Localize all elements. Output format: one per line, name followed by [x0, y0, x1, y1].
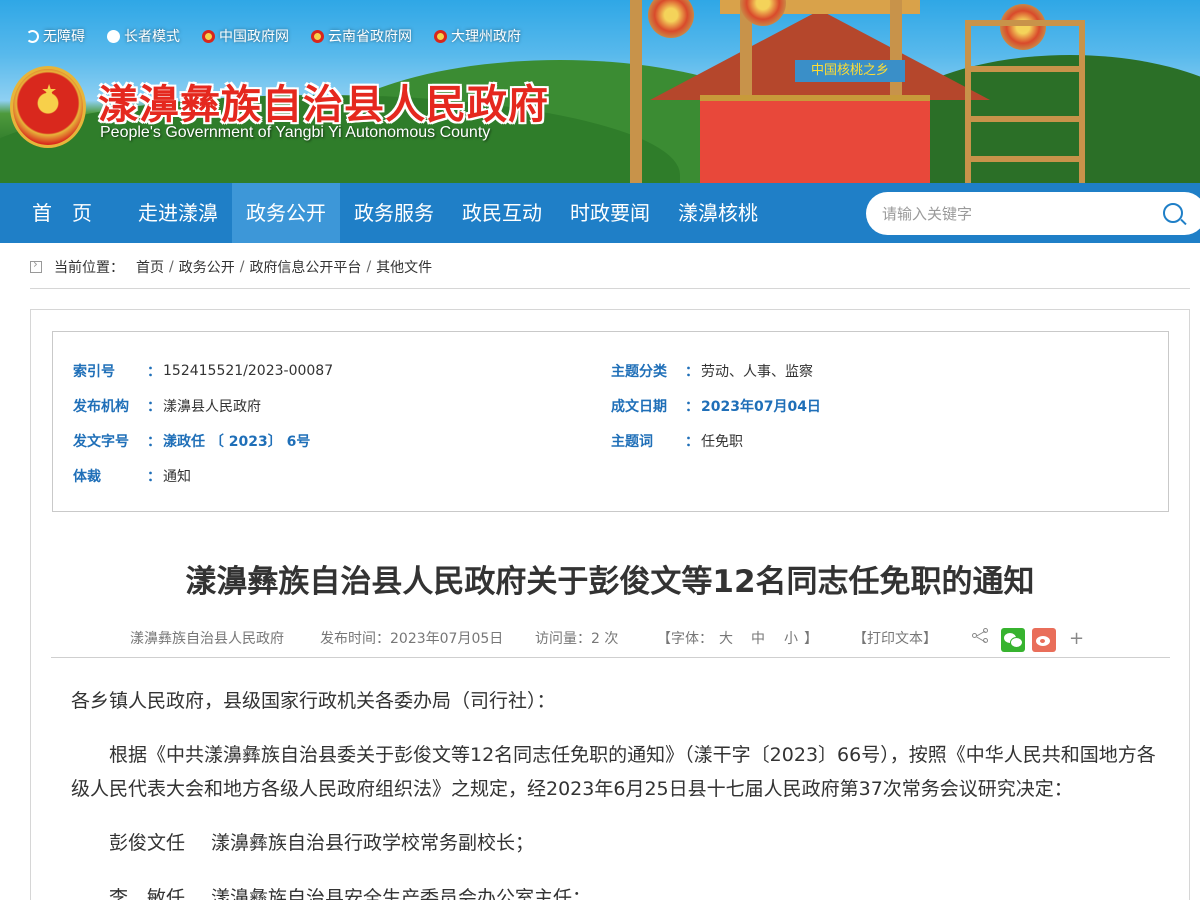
- divider: [30, 288, 1190, 289]
- nav-item-interaction[interactable]: 政民互动: [448, 183, 556, 243]
- nav-item-home[interactable]: 首页: [14, 183, 130, 243]
- document-meta-table: 索引号 ： 152415521/2023-00087 发布机构 ： 漾濞县人民政…: [52, 331, 1169, 512]
- font-large-button[interactable]: 大: [719, 628, 733, 648]
- meta-value: 任免职: [701, 434, 743, 450]
- china-gov-link[interactable]: 中国政府网: [202, 26, 289, 46]
- location-icon: [30, 257, 42, 273]
- breadcrumb-info-platform[interactable]: 政府信息公开平台: [249, 257, 361, 277]
- banner-sign: 中国核桃之乡: [795, 60, 905, 82]
- meta-topic: 主题分类 ： 劳动、人事、监察: [611, 361, 813, 381]
- article-title: 漾濞彝族自治县人民政府关于彭俊文等12名同志任免职的通知: [185, 564, 1035, 600]
- yunnan-gov-link[interactable]: 云南省政府网: [311, 26, 412, 46]
- print-button[interactable]: 【打印文本】: [853, 628, 937, 648]
- meta-date: 成文日期 ： 2023年07月04日: [611, 396, 821, 416]
- meta-key: 成文日期: [611, 399, 667, 415]
- article-source: 漾濞彝族自治县人民政府: [130, 631, 284, 647]
- meta-doc-no: 发文字号 ： 漾政任 〔 2023〕 6号: [73, 431, 310, 451]
- search-input[interactable]: [882, 202, 1142, 226]
- breadcrumb: 当前位置： 首页 / 政务公开 / 政府信息公开平台 / 其他文件: [30, 256, 432, 278]
- weibo-share-icon[interactable]: [1032, 628, 1056, 652]
- font-size-label: 【字体：: [657, 631, 713, 647]
- meta-key: 主题词: [611, 434, 653, 450]
- greeting-paragraph: 各乡镇人民政府，县级国家行政机关各委办局（司行社）：: [71, 690, 556, 712]
- breadcrumb-separator: /: [169, 259, 174, 275]
- national-emblem-icon: [434, 29, 447, 43]
- accessibility-link[interactable]: 无障碍: [26, 26, 85, 46]
- appointee-position: 漾濞彝族自治县行政学校常务副校长；: [211, 832, 535, 854]
- person-icon: [107, 29, 120, 43]
- breadcrumb-separator: /: [366, 259, 372, 275]
- top-links: 无障碍 长者模式 中国政府网 云南省政府网 大理州政府: [26, 26, 521, 46]
- appointee-position: 漾濞彝族自治县安全生产委员会办公室主任；: [211, 887, 592, 900]
- article-visits: 访问量：2 次: [535, 631, 619, 647]
- elder-mode-label: 长者模式: [124, 29, 180, 45]
- meta-publisher: 发布机构 ： 漾濞县人民政府: [73, 396, 261, 416]
- meta-key: 发文字号: [73, 434, 129, 450]
- national-emblem-logo[interactable]: ★: [10, 66, 86, 148]
- search-box: [866, 192, 1200, 235]
- meta-value: 漾政任 〔 2023〕 6号: [163, 434, 311, 450]
- yunnan-gov-label: 云南省政府网: [328, 29, 412, 45]
- breadcrumb-label: 当前位置：: [54, 260, 124, 276]
- main-paragraph: 根据《中共漾濞彝族自治县委关于彭俊文等12名同志任免职的通知》（漾干字〔2023…: [71, 744, 1156, 800]
- meta-genre: 体裁 ： 通知: [73, 466, 191, 486]
- font-size-close: 】: [804, 631, 818, 647]
- meta-key: 发布机构: [73, 399, 129, 415]
- meta-keyword: 主题词 ： 任免职: [611, 431, 743, 451]
- share-icon[interactable]: [972, 628, 990, 644]
- national-emblem-icon: [202, 29, 215, 43]
- search-icon[interactable]: [1163, 203, 1183, 223]
- article-container: 索引号 ： 152415521/2023-00087 发布机构 ： 漾濞县人民政…: [30, 309, 1190, 900]
- font-small-button[interactable]: 小: [784, 628, 798, 648]
- appointee-name: 李 敏任: [109, 887, 186, 900]
- star-icon: ★: [41, 81, 58, 102]
- font-medium-button[interactable]: 中: [751, 628, 765, 648]
- moon-icon: [26, 29, 39, 43]
- elder-mode-link[interactable]: 长者模式: [107, 26, 180, 46]
- china-gov-label: 中国政府网: [219, 29, 289, 45]
- article-info-bar: 漾濞彝族自治县人民政府 发布时间：2023年07月05日 访问量：2 次 【字体…: [31, 628, 1189, 652]
- site-subtitle: People's Government of Yangbi Yi Autonom…: [100, 124, 491, 141]
- breadcrumb-home[interactable]: 首页: [136, 257, 164, 277]
- meta-value: 通知: [163, 469, 191, 485]
- meta-value: 152415521/2023-00087: [163, 363, 334, 379]
- meta-value: 2023年07月04日: [701, 399, 821, 415]
- meta-key: 体裁: [73, 469, 101, 485]
- nav-item-walnut[interactable]: 漾濞核桃: [664, 183, 772, 243]
- banner-building-image: 中国核桃之乡: [610, 0, 1085, 183]
- nav-item-about[interactable]: 走进漾濞: [124, 183, 232, 243]
- article-publish-time: 发布时间：2023年07月05日: [320, 631, 504, 647]
- dali-gov-link[interactable]: 大理州政府: [434, 26, 521, 46]
- dali-gov-label: 大理州政府: [451, 29, 521, 45]
- header-banner: 中国核桃之乡 无障碍 长者模式 中国政府网 云南省政府网 大理州政府 ★ 漾濞彝…: [0, 0, 1200, 183]
- breadcrumb-other-docs[interactable]: 其他文件: [376, 257, 432, 277]
- more-share-button[interactable]: +: [1069, 628, 1084, 649]
- divider: [51, 657, 1170, 658]
- appointment-item: 彭俊文任 漾濞彝族自治县行政学校常务副校长；: [109, 826, 534, 860]
- accessibility-label: 无障碍: [43, 29, 85, 45]
- site-title[interactable]: 漾濞彝族自治县人民政府: [98, 72, 549, 130]
- meta-value: 劳动、人事、监察: [701, 364, 813, 380]
- meta-key: 索引号: [73, 364, 115, 380]
- wechat-share-icon[interactable]: [1001, 628, 1025, 652]
- meta-index-no: 索引号 ： 152415521/2023-00087: [73, 363, 334, 380]
- nav-item-news[interactable]: 时政要闻: [556, 183, 664, 243]
- meta-key: 主题分类: [611, 364, 667, 380]
- appointee-name: 彭俊文任: [109, 832, 186, 854]
- meta-value: 漾濞县人民政府: [163, 399, 261, 415]
- nav-item-services[interactable]: 政务服务: [340, 183, 448, 243]
- breadcrumb-gov-affairs[interactable]: 政务公开: [179, 257, 235, 277]
- appointment-item: 李 敏任 漾濞彝族自治县安全生产委员会办公室主任；: [109, 881, 591, 900]
- nav-item-gov-affairs[interactable]: 政务公开: [232, 183, 340, 243]
- breadcrumb-separator: /: [239, 259, 245, 275]
- national-emblem-icon: [311, 29, 324, 43]
- main-nav: 首页 走进漾濞 政务公开 政务服务 政民互动 时政要闻 漾濞核桃: [0, 183, 1200, 243]
